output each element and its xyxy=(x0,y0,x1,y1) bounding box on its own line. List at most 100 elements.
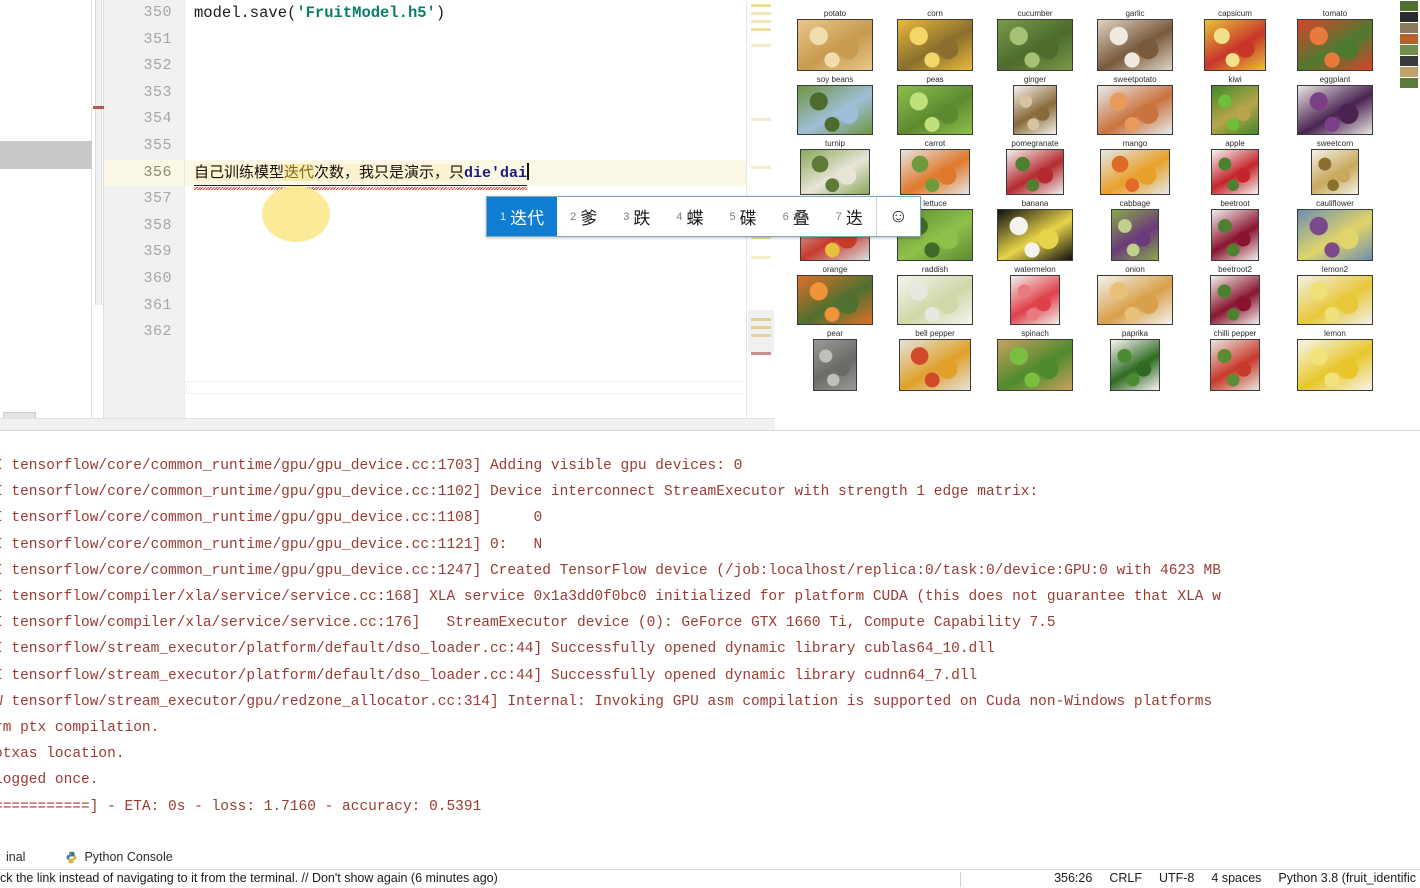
image-thumbnail[interactable] xyxy=(997,209,1073,261)
line-number-353[interactable]: 353 xyxy=(104,80,184,107)
status-caret-position[interactable]: 356:26 xyxy=(1054,871,1092,885)
image-grid-cell[interactable]: tomato xyxy=(1285,8,1385,74)
line-number-350[interactable]: 350 xyxy=(104,0,184,27)
image-grid-cell[interactable]: capsicum xyxy=(1185,8,1285,74)
code-line-356-active[interactable]: 自己训练模型迭代次数，我只是演示，只die'dai xyxy=(185,159,746,191)
image-thumbnail[interactable] xyxy=(997,19,1073,71)
status-line-separator[interactable]: CRLF xyxy=(1109,871,1142,885)
image-grid-cell[interactable]: spinach xyxy=(985,328,1085,394)
ime-candidate-4[interactable]: 4蝶 xyxy=(663,197,716,236)
image-grid-cell[interactable]: beetroot xyxy=(1185,198,1285,264)
image-grid-cell[interactable]: kiwi xyxy=(1185,74,1285,138)
image-grid-cell[interactable]: onion xyxy=(1085,264,1185,328)
image-grid-cell[interactable]: bell pepper xyxy=(885,328,985,394)
image-thumbnail[interactable] xyxy=(897,19,973,71)
image-grid-cell[interactable]: cabbage xyxy=(1085,198,1185,264)
image-thumbnail[interactable] xyxy=(1297,339,1373,391)
smiley-icon[interactable]: ☺ xyxy=(875,197,920,236)
image-thumbnail[interactable] xyxy=(1097,275,1173,325)
image-thumbnail[interactable] xyxy=(1210,339,1260,391)
image-thumbnail[interactable] xyxy=(899,339,971,391)
line-number-359[interactable]: 359 xyxy=(104,239,184,266)
image-grid-cell[interactable]: sweetpotato xyxy=(1085,74,1185,138)
image-thumbnail[interactable] xyxy=(797,19,873,71)
image-grid-cell[interactable]: watermelon xyxy=(985,264,1085,328)
line-number-352[interactable]: 352 xyxy=(104,53,184,80)
ime-candidate-3[interactable]: 3跌 xyxy=(610,197,663,236)
image-grid-cell[interactable]: cauliflower xyxy=(1285,198,1385,264)
line-number-351[interactable]: 351 xyxy=(104,27,184,54)
console-horizontal-scrollbar-track[interactable] xyxy=(0,824,1420,838)
status-interpreter[interactable]: Python 3.8 (fruit_identific xyxy=(1278,871,1416,885)
image-grid-cell[interactable]: apple xyxy=(1185,138,1285,198)
image-grid-cell[interactable]: ginger xyxy=(985,74,1085,138)
image-thumbnail[interactable] xyxy=(1297,85,1373,135)
image-grid-cell[interactable]: pomegranate xyxy=(985,138,1085,198)
image-grid-cell[interactable]: cucumber xyxy=(985,8,1085,74)
image-thumbnail[interactable] xyxy=(1311,149,1359,195)
tab-python-console[interactable]: Python Console xyxy=(65,850,173,864)
ime-candidate-1[interactable]: 1 迭代 xyxy=(487,197,558,236)
image-grid-cell[interactable]: raddish xyxy=(885,264,985,328)
image-thumbnail[interactable] xyxy=(1204,19,1266,71)
ime-candidate-5[interactable]: 5碟 xyxy=(717,197,770,236)
image-thumbnail[interactable] xyxy=(1100,149,1170,195)
image-grid-cell[interactable]: turnip xyxy=(785,138,885,198)
image-thumbnail[interactable] xyxy=(900,149,970,195)
line-number-355[interactable]: 355 xyxy=(104,133,184,160)
image-grid-cell[interactable]: potato xyxy=(785,8,885,74)
image-thumbnail[interactable] xyxy=(800,149,870,195)
ime-candidate-7[interactable]: 7迭 xyxy=(823,197,876,236)
image-thumbnail[interactable] xyxy=(1211,149,1259,195)
image-grid-cell[interactable]: soy beans xyxy=(785,74,885,138)
ime-candidate-6[interactable]: 6叠 xyxy=(770,197,823,236)
image-grid-cell[interactable]: garlic xyxy=(1085,8,1185,74)
line-number-360[interactable]: 360 xyxy=(104,266,184,293)
tab-terminal[interactable]: inal xyxy=(0,850,25,864)
image-thumbnail[interactable] xyxy=(1097,85,1173,135)
editor-horizontal-scrollbar-track[interactable] xyxy=(186,381,751,774)
image-thumbnail[interactable] xyxy=(1006,149,1064,195)
image-thumbnail[interactable] xyxy=(1211,85,1259,135)
image-thumbnail[interactable] xyxy=(797,275,873,325)
image-thumbnail[interactable] xyxy=(897,275,973,325)
line-number-356[interactable]: 356 xyxy=(104,159,184,187)
line-number-357[interactable]: 357 xyxy=(104,186,184,213)
image-grid-cell[interactable]: peas xyxy=(885,74,985,138)
marker-viewport-box[interactable] xyxy=(748,310,774,352)
image-thumbnail[interactable] xyxy=(997,339,1073,391)
line-number-361[interactable]: 361 xyxy=(104,293,184,320)
image-thumbnail[interactable] xyxy=(897,85,973,135)
image-thumbnail[interactable] xyxy=(1110,339,1160,391)
line-number-358[interactable]: 358 xyxy=(104,213,184,240)
run-console-panel[interactable]: I tensorflow/core/common_runtime/gpu/gpu… xyxy=(0,430,1420,828)
image-thumbnail[interactable] xyxy=(1010,275,1060,325)
image-grid-cell[interactable]: paprika xyxy=(1085,328,1185,394)
image-grid-cell[interactable]: mango xyxy=(1085,138,1185,198)
image-grid-cell[interactable]: chilli pepper xyxy=(1185,328,1285,394)
image-grid-cell[interactable]: carrot xyxy=(885,138,985,198)
ime-candidate-bar[interactable]: 1 迭代 2 爹 3 跌 4 蝶 5 碟 6 叠 7 迭 ☺ xyxy=(486,196,921,237)
image-grid-cell[interactable]: beetroot2 xyxy=(1185,264,1285,328)
image-grid-cell[interactable]: eggplant xyxy=(1285,74,1385,138)
image-thumbnail[interactable] xyxy=(1097,19,1173,71)
image-thumbnail[interactable] xyxy=(1013,85,1057,135)
image-grid-cell[interactable]: banana xyxy=(985,198,1085,264)
image-thumbnail[interactable] xyxy=(1210,275,1260,325)
ime-candidate-2[interactable]: 2爹 xyxy=(557,197,610,236)
status-message[interactable]: ck the link instead of navigating to it … xyxy=(0,871,498,885)
image-thumbnail[interactable] xyxy=(1111,209,1159,261)
image-thumbnail[interactable] xyxy=(797,85,873,135)
image-grid-cell[interactable]: sweetcorn xyxy=(1285,138,1385,198)
image-thumbnail[interactable] xyxy=(1297,19,1373,71)
line-number-362[interactable]: 362 xyxy=(104,319,184,346)
image-grid-cell[interactable]: lemon2 xyxy=(1285,264,1385,328)
image-grid-cell[interactable]: pear xyxy=(785,328,885,394)
image-grid-cell[interactable]: lemon xyxy=(1285,328,1385,394)
status-indent[interactable]: 4 spaces xyxy=(1211,871,1261,885)
image-grid-cell[interactable]: orange xyxy=(785,264,885,328)
line-number-354[interactable]: 354 xyxy=(104,106,184,133)
image-thumbnail[interactable] xyxy=(1297,209,1373,261)
editor-vertical-scrollbar-thumb[interactable] xyxy=(95,0,102,305)
status-encoding[interactable]: UTF-8 xyxy=(1159,871,1194,885)
